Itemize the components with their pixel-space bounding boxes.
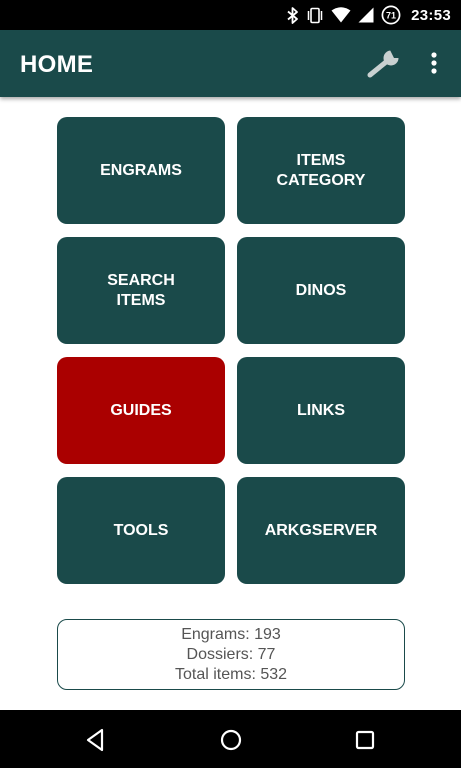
dinos-button[interactable]: DINOS	[237, 237, 405, 344]
guides-button[interactable]: GUIDES	[57, 357, 225, 464]
total-items-count: Total items: 532	[174, 665, 288, 683]
tools-button[interactable]	[364, 49, 402, 79]
home-button[interactable]	[217, 726, 245, 754]
engrams-count: Engrams: 193	[181, 625, 281, 643]
recents-icon	[355, 730, 375, 750]
signal-icon	[358, 7, 374, 23]
links-button[interactable]: LINKS	[237, 357, 405, 464]
arkgserver-button[interactable]: ARKGSERVER	[237, 477, 405, 584]
search-items-button[interactable]: SEARCH ITEMS	[57, 237, 225, 344]
wifi-icon	[331, 7, 351, 23]
status-bar: 71 23:53	[0, 0, 461, 30]
battery-level: 71	[386, 10, 396, 20]
navigation-bar	[0, 710, 461, 768]
dossiers-count: Dossiers: 77	[186, 645, 276, 663]
engrams-button[interactable]: ENGRAMS	[57, 117, 225, 224]
home-icon	[220, 729, 242, 751]
back-icon	[86, 728, 104, 752]
overflow-menu-icon	[431, 52, 437, 74]
stats-box: Engrams: 193 Dossiers: 77 Total items: 5…	[57, 619, 405, 690]
app-bar: HOME	[0, 30, 461, 97]
menu-grid: ENGRAMS ITEMS CATEGORY SEARCH ITEMS DINO…	[57, 117, 405, 584]
battery-icon: 71	[381, 5, 401, 25]
back-button[interactable]	[82, 726, 110, 754]
wrench-icon	[367, 50, 400, 78]
clock: 23:53	[411, 6, 451, 24]
items-category-button[interactable]: ITEMS CATEGORY	[237, 117, 405, 224]
page-title: HOME	[20, 51, 94, 78]
bluetooth-icon	[287, 6, 299, 24]
recents-button[interactable]	[351, 726, 379, 754]
vibrate-icon	[306, 7, 324, 24]
overflow-menu-button[interactable]	[424, 50, 444, 78]
tools-tile-button[interactable]: TOOLS	[57, 477, 225, 584]
